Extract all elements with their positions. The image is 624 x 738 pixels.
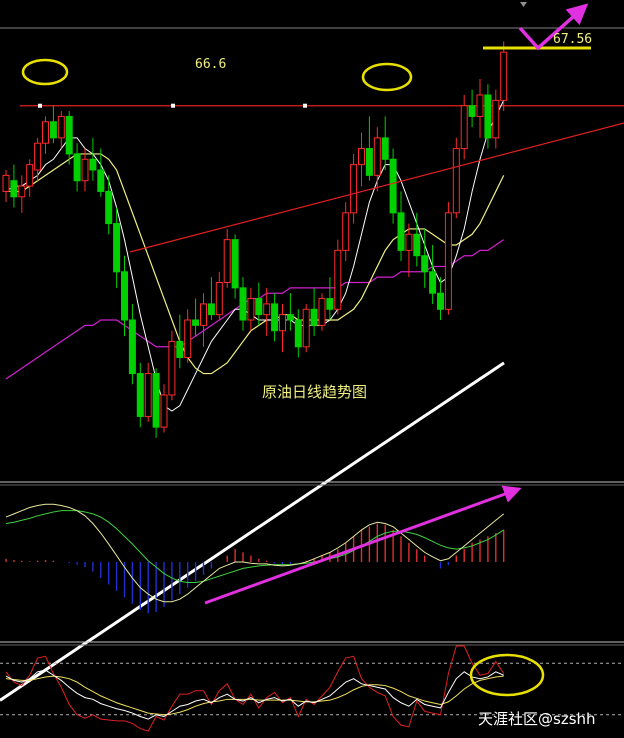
candle-body-up <box>476 94 484 117</box>
candle <box>452 137 460 219</box>
candle-body-up <box>18 185 26 198</box>
candle-body-down <box>429 271 437 294</box>
candle <box>350 153 358 224</box>
resistance-price-label: 66.6 <box>195 57 226 72</box>
candle <box>500 41 508 112</box>
candle <box>334 239 342 315</box>
resistance-marker <box>303 103 307 108</box>
watermark: 天涯社区@szshh <box>478 710 596 728</box>
candle-body-down <box>121 271 128 321</box>
candle-body-down <box>10 180 18 198</box>
candle-body-up <box>492 99 500 139</box>
candle-body-up <box>373 137 381 176</box>
candle-body-down <box>49 121 57 139</box>
candle-body-up <box>42 121 49 144</box>
candle-body-down <box>105 190 113 225</box>
oil-daily-chart: 66.6 67.56 原油日线趋势图 天涯社区@szshh <box>0 0 624 738</box>
candle-body-up <box>263 303 271 316</box>
candle-body-down <box>97 169 105 192</box>
candle-body-down <box>286 314 294 321</box>
candle-body-down <box>437 292 444 310</box>
candle-body-up <box>444 212 452 310</box>
candle-body-up <box>350 164 358 214</box>
candle-body-down <box>73 153 81 182</box>
candle-body-up <box>26 164 34 187</box>
candle-body-down <box>255 298 263 316</box>
candle-body-down <box>89 158 97 171</box>
candle-body-up <box>168 340 176 396</box>
candle-body-up <box>318 298 326 326</box>
candle-body-down <box>326 298 334 310</box>
candle-body-up <box>144 373 152 417</box>
candle <box>302 303 310 353</box>
candle-body-up <box>342 212 350 251</box>
candle-body-down <box>128 319 136 375</box>
candle-body-up <box>247 298 255 321</box>
candle-body-up <box>460 105 468 150</box>
candle-body-down <box>239 287 247 321</box>
candle-body-up <box>302 308 310 348</box>
candle-body-down <box>231 239 239 289</box>
candle-body-down <box>397 212 405 251</box>
candle-body-up <box>215 282 223 316</box>
candle <box>389 148 397 224</box>
candle-body-up <box>184 319 192 358</box>
candle-body-down <box>468 105 476 117</box>
candle-body-down <box>294 319 302 348</box>
candle-body-down <box>484 94 492 139</box>
candle-body-up <box>223 239 231 283</box>
candle-body-up <box>405 233 413 251</box>
candle-body-up <box>500 51 508 101</box>
candle-body-down <box>152 373 160 428</box>
chart-title: 原油日线趋势图 <box>262 383 367 401</box>
candle-body-down <box>365 148 373 176</box>
candle-body-down <box>421 255 429 273</box>
candle-body-down <box>310 308 318 326</box>
candle-body-down <box>381 137 389 160</box>
candle-body-down <box>192 319 200 326</box>
chart-background <box>0 0 624 738</box>
candle-body-down <box>271 303 279 332</box>
candle <box>318 293 326 331</box>
candle-body-up <box>200 303 207 326</box>
candle-body-down <box>136 373 144 417</box>
candle-body-up <box>334 249 342 310</box>
target-price-label: 67.56 <box>553 32 592 47</box>
candle-body-down <box>113 223 121 273</box>
candle-body-up <box>34 142 42 171</box>
candle <box>168 330 176 401</box>
candle-body-up <box>81 158 89 182</box>
resistance-marker <box>171 103 175 108</box>
candle-body-up <box>57 115 65 139</box>
resistance-marker <box>38 103 42 108</box>
candle <box>152 368 160 438</box>
candle <box>444 202 452 315</box>
candle-body-up <box>2 174 10 192</box>
candle-body-down <box>413 233 421 257</box>
candle-body-up <box>358 148 365 166</box>
candle-body-up <box>160 394 168 428</box>
candle-body-down <box>207 303 215 316</box>
candle-body-up <box>279 314 286 332</box>
candle-body-up <box>452 148 460 214</box>
candle-body-down <box>389 158 397 214</box>
candle-body-down <box>65 115 73 155</box>
candle-body-down <box>176 340 184 358</box>
